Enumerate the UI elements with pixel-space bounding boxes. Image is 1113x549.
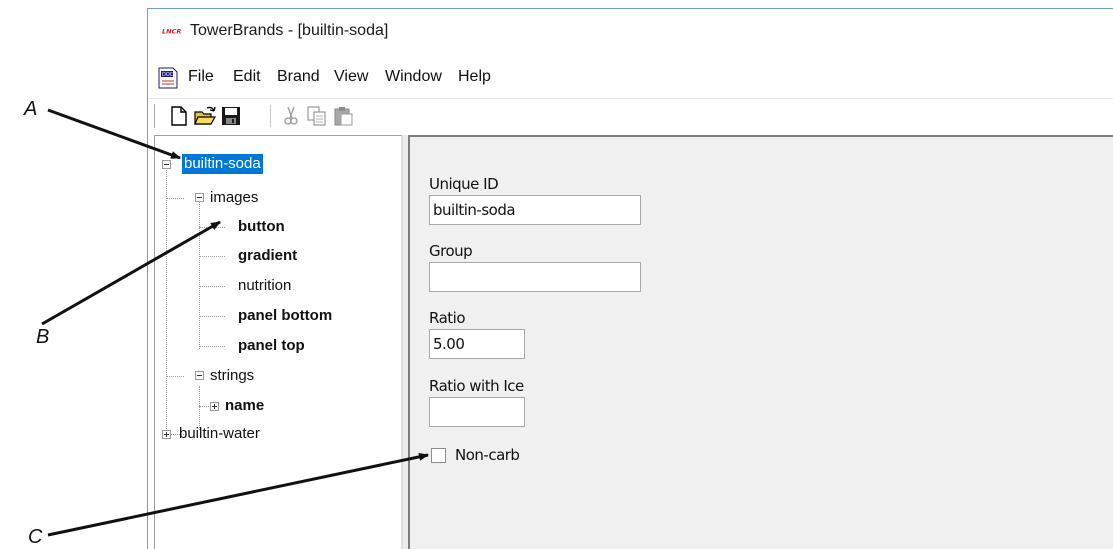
- toolbar-separator: [270, 105, 271, 127]
- callout-a: A: [24, 98, 38, 120]
- app-logo: LNCR: [162, 28, 182, 36]
- tree-node-images[interactable]: images: [210, 188, 258, 208]
- new-icon[interactable]: [168, 105, 190, 127]
- svg-text:DOC: DOC: [162, 72, 174, 78]
- collapse-icon[interactable]: [195, 193, 204, 202]
- title-bar[interactable]: LNCR TowerBrands - [builtin-soda]: [148, 9, 1113, 53]
- tree-node-strings[interactable]: strings: [210, 366, 254, 386]
- ratio-label: Ratio: [429, 309, 466, 327]
- app-window: LNCR TowerBrands - [builtin-soda] DOC Fi…: [147, 8, 1113, 549]
- callout-b: B: [36, 326, 50, 348]
- ratio-input[interactable]: [429, 329, 525, 359]
- tree-line: [199, 201, 200, 349]
- tree-node-gradient[interactable]: gradient: [238, 246, 297, 266]
- open-icon[interactable]: [194, 105, 217, 127]
- save-icon[interactable]: [220, 105, 242, 127]
- tree-node-name[interactable]: name: [225, 396, 264, 416]
- menu-brand[interactable]: Brand: [277, 68, 320, 86]
- cut-icon[interactable]: [280, 105, 302, 127]
- tree-line: [166, 170, 167, 435]
- group-label: Group: [429, 242, 473, 260]
- tree-line: [166, 376, 184, 377]
- collapse-icon[interactable]: [195, 371, 204, 380]
- unique-id-input[interactable]: [429, 195, 641, 225]
- properties-panel: Unique ID Group Ratio Ratio with Ice Non…: [408, 135, 1113, 549]
- callout-c: C: [28, 526, 43, 548]
- brand-tree[interactable]: builtin-soda images button gradient nutr…: [154, 135, 402, 549]
- menu-view[interactable]: View: [334, 68, 368, 86]
- tree-line: [199, 346, 225, 347]
- tree-line: [199, 227, 225, 228]
- window-title: TowerBrands - [builtin-soda]: [190, 22, 389, 39]
- menu-help[interactable]: Help: [458, 68, 491, 86]
- collapse-icon[interactable]: [162, 160, 171, 169]
- non-carb-checkbox[interactable]: [431, 448, 446, 463]
- menu-bar: DOC File Edit Brand View Window Help: [148, 63, 1113, 93]
- expand-icon[interactable]: [210, 402, 219, 411]
- tree-node-button[interactable]: button: [238, 217, 285, 237]
- copy-icon[interactable]: [306, 105, 328, 127]
- svg-text:LNCR: LNCR: [162, 28, 181, 34]
- tree-line: [199, 256, 225, 257]
- toolbar: [148, 98, 1113, 133]
- non-carb-label: Non-carb: [455, 446, 520, 464]
- expand-icon[interactable]: [162, 430, 171, 439]
- menu-file[interactable]: File: [188, 68, 214, 86]
- ratio-with-ice-label: Ratio with Ice: [429, 377, 524, 395]
- group-input[interactable]: [429, 262, 641, 292]
- menu-window[interactable]: Window: [385, 68, 442, 86]
- tree-node-builtin-soda[interactable]: builtin-soda: [181, 153, 264, 175]
- tree-node-panel-top[interactable]: panel top: [238, 336, 305, 356]
- document-icon[interactable]: DOC: [158, 67, 178, 89]
- toolbar-grip[interactable]: [154, 104, 158, 128]
- unique-id-label: Unique ID: [429, 175, 499, 193]
- ratio-with-ice-input[interactable]: [429, 397, 525, 427]
- tree-line: [166, 198, 184, 199]
- tree-node-builtin-water[interactable]: builtin-water: [179, 424, 260, 444]
- menu-edit[interactable]: Edit: [233, 68, 261, 86]
- tree-node-panel-bottom[interactable]: panel bottom: [238, 306, 332, 326]
- tree-node-nutrition[interactable]: nutrition: [238, 276, 291, 296]
- tree-line: [199, 316, 225, 317]
- tree-line: [199, 286, 225, 287]
- paste-icon[interactable]: [332, 105, 354, 127]
